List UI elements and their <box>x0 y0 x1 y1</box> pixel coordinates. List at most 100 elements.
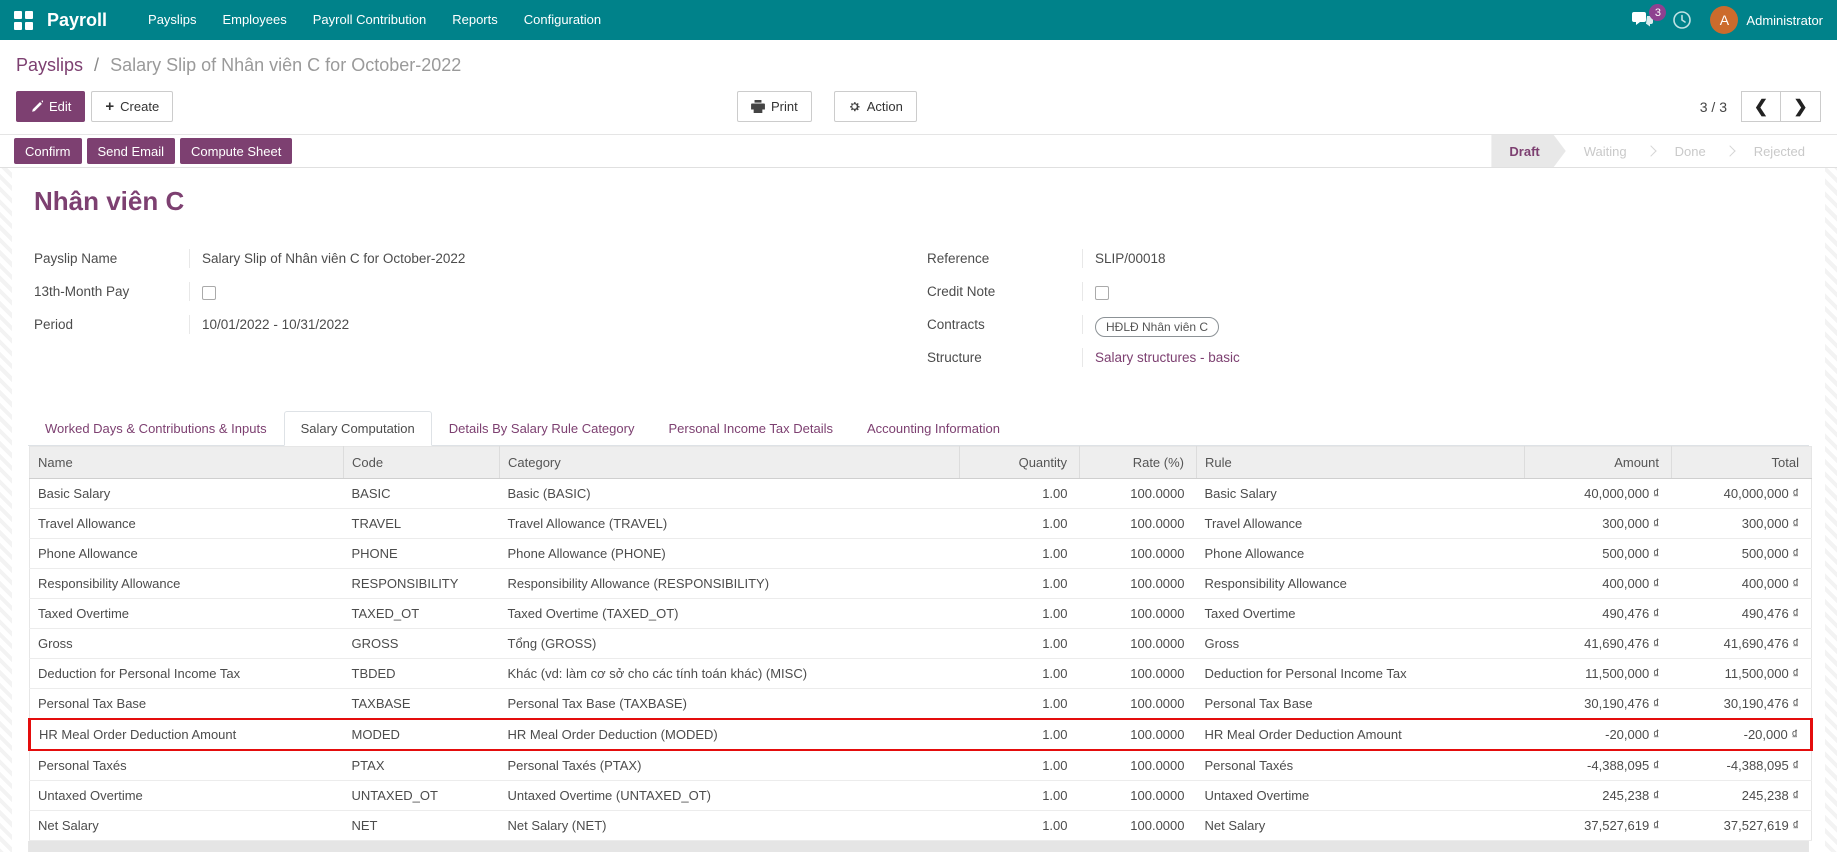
avatar: A <box>1710 6 1738 34</box>
field-value: Salary Slip of Nhân viên C for October-2… <box>190 249 927 268</box>
cell-rate: 100.0000 <box>1080 509 1197 539</box>
cell-total: 500,000 ₫ <box>1672 539 1812 569</box>
breadcrumb-parent-link[interactable]: Payslips <box>16 55 83 75</box>
table-row[interactable]: Responsibility AllowanceRESPONSIBILITYRe… <box>30 569 1812 599</box>
edit-button[interactable]: Edit <box>16 91 85 122</box>
field-structure: Structure Salary structures - basic <box>927 348 1803 381</box>
tab-personal-income-tax-details[interactable]: Personal Income Tax Details <box>651 411 850 446</box>
user-name: Administrator <box>1746 13 1823 28</box>
cell-category: Responsibility Allowance (RESPONSIBILITY… <box>500 569 960 599</box>
nav-item-configuration[interactable]: Configuration <box>511 0 614 40</box>
app-name[interactable]: Payroll <box>47 10 107 31</box>
state-draft[interactable]: Draft <box>1491 135 1565 167</box>
table-row[interactable]: GrossGROSSTổng (GROSS)1.00100.0000Gross4… <box>30 629 1812 659</box>
table-row[interactable]: Travel AllowanceTRAVELTravel Allowance (… <box>30 509 1812 539</box>
printer-icon <box>751 100 765 113</box>
cell-total: 41,690,476 ₫ <box>1672 629 1812 659</box>
cell-code: RESPONSIBILITY <box>344 569 500 599</box>
breadcrumb-separator: / <box>94 55 99 75</box>
cell-quantity: 1.00 <box>960 659 1080 689</box>
field-label: Payslip Name <box>34 249 190 268</box>
nav-item-payroll-contribution[interactable]: Payroll Contribution <box>300 0 439 40</box>
print-button[interactable]: Print <box>737 91 812 122</box>
confirm-button[interactable]: Confirm <box>14 138 82 164</box>
cell-rate: 100.0000 <box>1080 599 1197 629</box>
create-button[interactable]: + Create <box>91 91 173 122</box>
chevron-right-icon <box>1645 145 1656 156</box>
messages-icon[interactable]: 3 <box>1632 11 1654 29</box>
cell-amount: 11,500,000 ₫ <box>1525 659 1672 689</box>
compute-sheet-button[interactable]: Compute Sheet <box>180 138 292 164</box>
column-header-category[interactable]: Category <box>500 447 960 479</box>
tab-salary-computation[interactable]: Salary Computation <box>284 411 432 446</box>
table-row[interactable]: HR Meal Order Deduction AmountMODEDHR Me… <box>30 719 1812 750</box>
state-waiting[interactable]: Waiting <box>1566 135 1645 167</box>
cell-category: Personal Taxés (PTAX) <box>500 750 960 781</box>
cell-rule: Basic Salary <box>1197 479 1525 509</box>
contract-tag[interactable]: HĐLĐ Nhân viên C <box>1095 317 1219 337</box>
column-header-code[interactable]: Code <box>344 447 500 479</box>
top-navbar: Payroll Payslips Employees Payroll Contr… <box>0 0 1837 40</box>
nav-item-employees[interactable]: Employees <box>209 0 299 40</box>
action-button[interactable]: Action <box>834 91 917 122</box>
cell-quantity: 1.00 <box>960 539 1080 569</box>
cell-rate: 100.0000 <box>1080 569 1197 599</box>
state-done[interactable]: Done <box>1657 135 1724 167</box>
structure-link[interactable]: Salary structures - basic <box>1095 350 1240 365</box>
state-rejected[interactable]: Rejected <box>1736 135 1823 167</box>
table-row[interactable]: Personal Tax BaseTAXBASEPersonal Tax Bas… <box>30 689 1812 720</box>
column-header-quantity[interactable]: Quantity <box>960 447 1080 479</box>
pager-next-button[interactable]: ❯ <box>1781 91 1821 122</box>
column-header-name[interactable]: Name <box>30 447 344 479</box>
send-email-button[interactable]: Send Email <box>87 138 175 164</box>
gear-icon <box>848 100 861 113</box>
cell-rule: Personal Tax Base <box>1197 689 1525 720</box>
field-payslip-name: Payslip Name Salary Slip of Nhân viên C … <box>34 249 927 282</box>
cell-code: TBDED <box>344 659 500 689</box>
cell-rule: Gross <box>1197 629 1525 659</box>
table-row[interactable]: Phone AllowancePHONEPhone Allowance (PHO… <box>30 539 1812 569</box>
field-label: Credit Note <box>927 282 1083 301</box>
tab-worked-days[interactable]: Worked Days & Contributions & Inputs <box>28 411 284 446</box>
table-body: Basic SalaryBASICBasic (BASIC)1.00100.00… <box>30 479 1812 841</box>
field-contracts: Contracts HĐLĐ Nhân viên C <box>927 315 1803 348</box>
cell-code: TAXED_OT <box>344 599 500 629</box>
cell-quantity: 1.00 <box>960 811 1080 841</box>
breadcrumb-current: Salary Slip of Nhân viên C for October-2… <box>110 55 461 75</box>
cell-category: Net Salary (NET) <box>500 811 960 841</box>
pager-previous-button[interactable]: ❮ <box>1741 91 1781 122</box>
cell-quantity: 1.00 <box>960 509 1080 539</box>
table-row[interactable]: Deduction for Personal Income TaxTBDEDKh… <box>30 659 1812 689</box>
cell-code: PHONE <box>344 539 500 569</box>
column-header-rate[interactable]: Rate (%) <box>1080 447 1197 479</box>
cell-rate: 100.0000 <box>1080 719 1197 750</box>
table-row[interactable]: Net SalaryNETNet Salary (NET)1.00100.000… <box>30 811 1812 841</box>
cell-name: Untaxed Overtime <box>30 781 344 811</box>
cell-name: Personal Taxés <box>30 750 344 781</box>
column-header-rule[interactable]: Rule <box>1197 447 1525 479</box>
table-row[interactable]: Taxed OvertimeTAXED_OTTaxed Overtime (TA… <box>30 599 1812 629</box>
cell-amount: 245,238 ₫ <box>1525 781 1672 811</box>
field-value: 10/01/2022 - 10/31/2022 <box>190 315 927 334</box>
cell-rule: Taxed Overtime <box>1197 599 1525 629</box>
activity-clock-icon[interactable] <box>1672 10 1692 30</box>
table-row[interactable]: Personal TaxésPTAXPersonal Taxés (PTAX)1… <box>30 750 1812 781</box>
nav-item-reports[interactable]: Reports <box>439 0 511 40</box>
cell-total: 40,000,000 ₫ <box>1672 479 1812 509</box>
column-header-amount[interactable]: Amount <box>1525 447 1672 479</box>
tab-accounting-information[interactable]: Accounting Information <box>850 411 1017 446</box>
field-group-left: Payslip Name Salary Slip of Nhân viên C … <box>34 249 927 381</box>
user-menu[interactable]: A Administrator <box>1710 6 1823 34</box>
credit-note-checkbox[interactable] <box>1095 286 1109 300</box>
cell-category: HR Meal Order Deduction (MODED) <box>500 719 960 750</box>
cell-total: 245,238 ₫ <box>1672 781 1812 811</box>
apps-grid-icon[interactable] <box>14 11 33 30</box>
table-row[interactable]: Untaxed OvertimeUNTAXED_OTUntaxed Overti… <box>30 781 1812 811</box>
table-row[interactable]: Basic SalaryBASICBasic (BASIC)1.00100.00… <box>30 479 1812 509</box>
cell-name: Taxed Overtime <box>30 599 344 629</box>
column-header-total[interactable]: Total <box>1672 447 1812 479</box>
table-header-row: Name Code Category Quantity Rate (%) Rul… <box>30 447 1812 479</box>
13th-month-pay-checkbox[interactable] <box>202 286 216 300</box>
nav-item-payslips[interactable]: Payslips <box>135 0 209 40</box>
tab-details-by-salary-rule-category[interactable]: Details By Salary Rule Category <box>432 411 652 446</box>
